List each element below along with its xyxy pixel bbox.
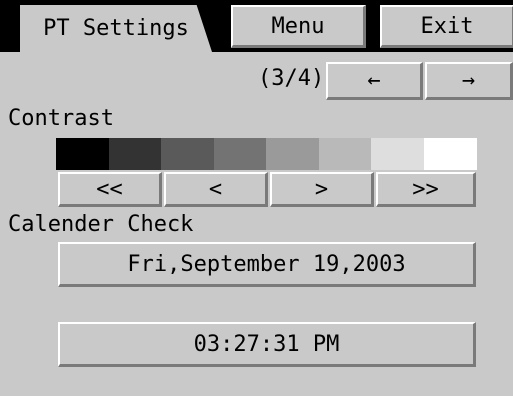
page-indicator: (3/4)	[258, 66, 325, 91]
left-arrow-icon: ←	[367, 68, 381, 93]
contrast-swatch	[161, 138, 214, 170]
double-chevron-right-icon: >>	[412, 176, 439, 202]
contrast-swatch	[56, 138, 109, 170]
double-chevron-left-icon: <<	[96, 176, 123, 202]
chevron-left-icon: <	[208, 176, 223, 202]
time-display[interactable]: 03:27:31 PM	[58, 322, 476, 367]
tab-menu[interactable]: Menu	[231, 5, 366, 48]
right-arrow-icon: →	[461, 68, 476, 93]
date-display[interactable]: Fri,September 19,2003	[58, 242, 476, 287]
contrast-swatch	[266, 138, 319, 170]
tab-exit[interactable]: Exit	[380, 5, 513, 48]
contrast-max-button[interactable]: >>	[376, 172, 476, 207]
prev-page-button[interactable]: ←	[326, 62, 423, 100]
next-page-button[interactable]: →	[425, 62, 513, 100]
date-value: Fri,September 19,2003	[127, 251, 406, 277]
tab-pt-settings[interactable]: PT Settings	[20, 5, 212, 52]
chevron-right-icon: >	[314, 176, 329, 202]
tab-menu-label: Menu	[271, 13, 325, 39]
contrast-swatch	[108, 138, 162, 170]
contrast-increase-button[interactable]: >	[270, 172, 374, 207]
tab-exit-label: Exit	[420, 13, 474, 39]
time-value: 03:27:31 PM	[193, 331, 340, 357]
contrast-title: Contrast	[8, 106, 114, 131]
calendar-check-title: Calender Check	[8, 212, 194, 237]
contrast-swatch	[318, 138, 372, 170]
contrast-swatch	[423, 138, 477, 170]
tab-pt-settings-label: PT Settings	[43, 16, 189, 41]
contrast-decrease-button[interactable]: <	[164, 172, 268, 207]
tab-bar: PT Settings Menu Exit	[0, 0, 513, 52]
contrast-swatch	[213, 138, 267, 170]
contrast-min-button[interactable]: <<	[58, 172, 162, 207]
contrast-swatch	[371, 138, 424, 170]
